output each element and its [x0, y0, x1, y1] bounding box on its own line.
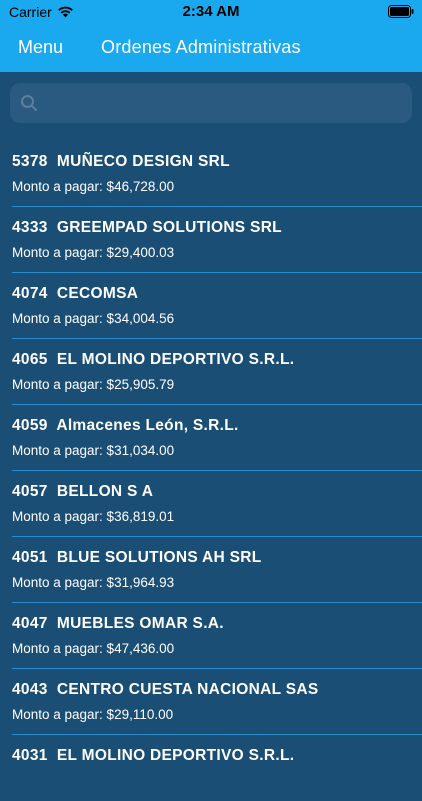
order-amount: Monto a pagar: $46,728.00 — [12, 179, 175, 194]
list-item[interactable]: 4043 CENTRO CUESTA NACIONAL SAS Monto a … — [0, 669, 422, 735]
orders-list: 5378 MUÑECO DESIGN SRL Monto a pagar: $4… — [0, 141, 422, 801]
order-name: GREEMPAD SOLUTIONS SRL — [56, 219, 282, 236]
order-title: 4057 BELLON S A — [12, 483, 153, 501]
order-id: 5378 — [12, 153, 48, 170]
list-item[interactable]: 4059 Almacenes León, S.R.L. Monto a paga… — [0, 405, 422, 471]
search-bar — [0, 72, 422, 138]
search-field[interactable] — [10, 83, 412, 123]
order-amount: Monto a pagar: $25,905.79 — [12, 377, 175, 392]
order-amount: Monto a pagar: $47,436.00 — [12, 641, 175, 656]
order-title: 4043 CENTRO CUESTA NACIONAL SAS — [12, 681, 318, 699]
order-amount: Monto a pagar: $31,964.93 — [12, 575, 175, 590]
search-input[interactable] — [46, 83, 406, 123]
order-title: 4059 Almacenes León, S.R.L. — [12, 417, 239, 435]
order-name: EL MOLINO DEPORTIVO S.R.L. — [56, 351, 295, 368]
order-title: 4051 BLUE SOLUTIONS AH SRL — [12, 549, 262, 567]
order-name: Almacenes León, S.R.L. — [56, 417, 239, 434]
list-item[interactable]: 4333 GREEMPAD SOLUTIONS SRL Monto a paga… — [0, 207, 422, 273]
order-id: 4047 — [12, 615, 48, 632]
page-title: Ordenes Administrativas — [101, 37, 301, 57]
order-id: 4333 — [12, 219, 48, 236]
order-id: 4051 — [12, 549, 48, 566]
status-bar: Carrier 2:34 AM — [0, 0, 422, 24]
list-item[interactable]: 4051 BLUE SOLUTIONS AH SRL Monto a pagar… — [0, 537, 422, 603]
list-item[interactable]: 5378 MUÑECO DESIGN SRL Monto a pagar: $4… — [0, 141, 422, 207]
order-title: 4074 CECOMSA — [12, 285, 138, 303]
order-amount: Monto a pagar: $36,819.01 — [12, 509, 175, 524]
search-icon — [21, 95, 37, 111]
order-title: 4047 MUEBLES OMAR S.A. — [12, 615, 224, 633]
order-amount: Monto a pagar: $29,110.00 — [12, 707, 174, 722]
status-time: 2:34 AM — [182, 3, 240, 20]
battery-icon — [388, 5, 414, 18]
order-name: MUÑECO DESIGN SRL — [56, 153, 230, 170]
menu-button[interactable]: Menu — [18, 37, 63, 58]
navigation-bar: Menu Ordenes Administrativas — [0, 24, 422, 72]
order-title: 5378 MUÑECO DESIGN SRL — [12, 153, 230, 171]
order-id: 4074 — [12, 285, 48, 302]
list-item[interactable]: 4047 MUEBLES OMAR S.A. Monto a pagar: $4… — [0, 603, 422, 669]
list-item[interactable]: 4057 BELLON S A Monto a pagar: $36,819.0… — [0, 471, 422, 537]
order-title: 4333 GREEMPAD SOLUTIONS SRL — [12, 219, 282, 237]
order-id: 4057 — [12, 483, 48, 500]
list-item[interactable]: 4031 EL MOLINO DEPORTIVO S.R.L. — [0, 735, 422, 801]
order-name: CENTRO CUESTA NACIONAL SAS — [56, 681, 319, 698]
order-name: BLUE SOLUTIONS AH SRL — [56, 549, 262, 566]
order-id: 4065 — [12, 351, 48, 368]
order-name: CECOMSA — [56, 285, 139, 302]
order-id: 4059 — [12, 417, 48, 434]
order-title: 4065 EL MOLINO DEPORTIVO S.R.L. — [12, 351, 294, 369]
list-item[interactable]: 4065 EL MOLINO DEPORTIVO S.R.L. Monto a … — [0, 339, 422, 405]
order-amount: Monto a pagar: $29,400.03 — [12, 245, 175, 260]
order-amount: Monto a pagar: $34,004.56 — [12, 311, 175, 326]
order-name: MUEBLES OMAR S.A. — [56, 615, 224, 632]
list-item[interactable]: 4074 CECOMSA Monto a pagar: $34,004.56 — [0, 273, 422, 339]
order-name: BELLON S A — [56, 483, 154, 500]
order-id: 4043 — [12, 681, 48, 698]
order-amount: Monto a pagar: $31,034.00 — [12, 443, 175, 458]
